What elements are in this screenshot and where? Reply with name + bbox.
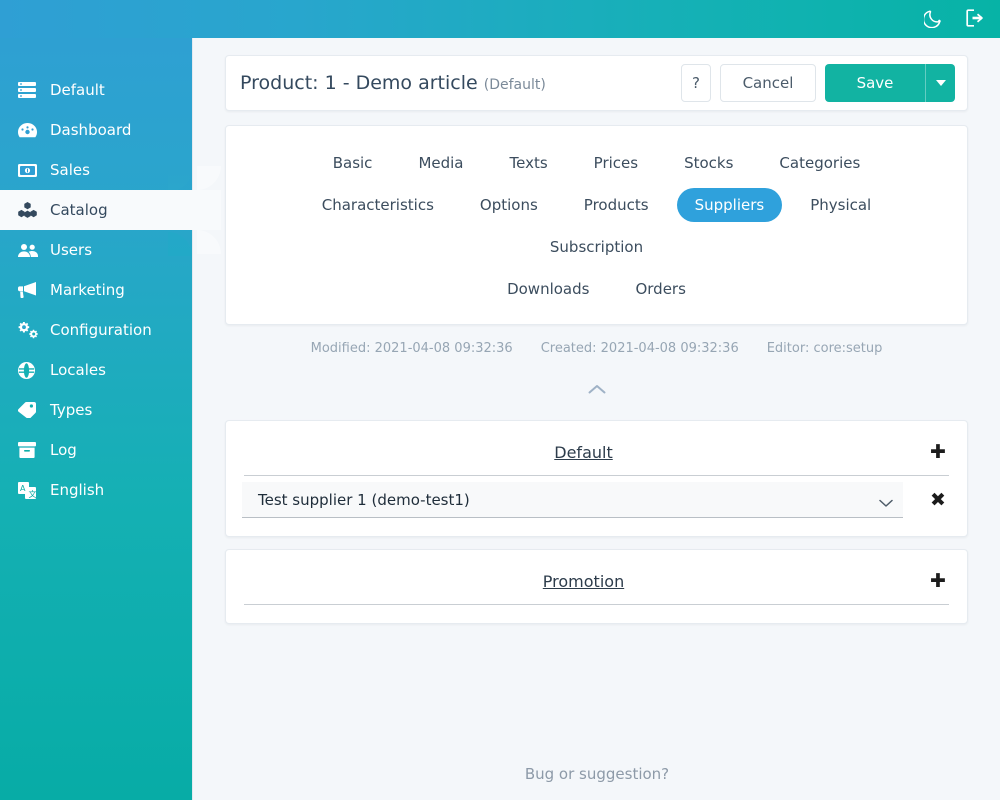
globe-icon <box>18 361 39 379</box>
sidebar-item-configuration[interactable]: Configuration <box>0 310 192 350</box>
tab-options[interactable]: Options <box>462 188 556 222</box>
sidebar-item-marketing[interactable]: Marketing <box>0 270 192 310</box>
collapse-toggle-row <box>193 374 1000 408</box>
tab-characteristics[interactable]: Characteristics <box>304 188 452 222</box>
sidebar-item-default[interactable]: Default <box>0 70 192 110</box>
sidebar-nav: Default Dashboard Sales Catalog Users Ma… <box>0 70 221 510</box>
main-content: Product: 1 - Demo article (Default) ? Ca… <box>192 38 1000 800</box>
save-button[interactable]: Save <box>825 64 925 102</box>
sidebar-item-sales[interactable]: Sales <box>0 150 192 190</box>
sidebar-item-label: Default <box>50 81 105 99</box>
page-title-subtitle: (Default) <box>483 77 546 93</box>
caret-down-icon <box>935 80 946 86</box>
tab-row-3: Downloads Orders <box>240 268 953 310</box>
supplier-group-promotion: Promotion ✚ <box>225 549 968 624</box>
bug-suggestion-link[interactable]: Bug or suggestion? <box>525 765 669 783</box>
tab-downloads[interactable]: Downloads <box>489 272 607 306</box>
tab-suppliers[interactable]: Suppliers <box>676 188 783 222</box>
logout-icon[interactable] <box>966 9 986 29</box>
footer: Bug or suggestion? <box>193 748 1000 800</box>
svg-text:A: A <box>20 484 26 493</box>
tab-media[interactable]: Media <box>400 146 481 180</box>
tabs-card: Basic Media Texts Prices Stocks Categori… <box>225 125 968 325</box>
plus-icon[interactable]: ✚ <box>925 439 951 465</box>
sidebar-item-types[interactable]: Types <box>0 390 192 430</box>
top-header-bar <box>0 0 1000 38</box>
sidebar-item-label: Types <box>50 401 93 419</box>
sidebar-item-label: Locales <box>50 361 106 379</box>
money-bill-icon <box>18 163 39 177</box>
sidebar-item-english[interactable]: A文 English <box>0 470 192 510</box>
svg-text:文: 文 <box>29 489 37 499</box>
supplier-row: Test supplier 1 (demo-test1) ✖ <box>242 476 951 518</box>
sidebar-item-label: Marketing <box>50 281 125 299</box>
bullhorn-icon <box>18 282 39 298</box>
users-icon <box>18 243 39 258</box>
tag-icon <box>18 402 39 418</box>
group-title[interactable]: Default <box>242 443 925 462</box>
cubes-icon <box>18 202 39 218</box>
chevron-up-icon[interactable] <box>588 382 606 400</box>
close-icon[interactable]: ✖ <box>925 487 951 513</box>
sidebar-item-dashboard[interactable]: Dashboard <box>0 110 192 150</box>
tab-row-2: Characteristics Options Products Supplie… <box>240 184 953 268</box>
sidebar-item-label: English <box>50 481 105 499</box>
chevron-down-icon <box>879 495 893 513</box>
meta-created: Created: 2021-04-08 09:32:36 <box>540 341 739 356</box>
gauge-icon <box>18 122 39 139</box>
save-button-group: Save <box>825 64 955 102</box>
group-header: Promotion ✚ <box>242 568 951 604</box>
meta-editor: Editor: core:setup <box>766 341 883 356</box>
tab-texts[interactable]: Texts <box>492 146 566 180</box>
sidebar-item-locales[interactable]: Locales <box>0 350 192 390</box>
app-root: aimeos Default Dashboard Sale <box>0 0 1000 800</box>
archive-icon <box>18 442 39 458</box>
sidebar-item-catalog[interactable]: Catalog <box>0 166 221 254</box>
tab-stocks[interactable]: Stocks <box>666 146 751 180</box>
group-header: Default ✚ <box>242 439 951 475</box>
plus-icon[interactable]: ✚ <box>925 568 951 594</box>
page-title: Product: 1 - Demo article (Default) <box>240 72 681 94</box>
sidebar-item-label: Sales <box>50 161 90 179</box>
server-icon <box>18 82 39 98</box>
page-title-text: Product: 1 - Demo article <box>240 72 478 94</box>
cancel-button[interactable]: Cancel <box>720 64 816 102</box>
tab-prices[interactable]: Prices <box>576 146 656 180</box>
supplier-group-default: Default ✚ Test supplier 1 (demo-test1) ✖ <box>225 420 968 537</box>
supplier-select[interactable]: Test supplier 1 (demo-test1) <box>242 482 903 518</box>
tab-physical[interactable]: Physical <box>792 188 889 222</box>
group-divider <box>244 604 949 605</box>
supplier-select-value: Test supplier 1 (demo-test1) <box>258 490 470 509</box>
sidebar-item-log[interactable]: Log <box>0 430 192 470</box>
moon-icon[interactable] <box>924 9 944 29</box>
sidebar-item-label: Log <box>50 441 77 459</box>
top-header-actions <box>924 0 986 38</box>
sidebar-item-users[interactable]: Users <box>0 230 192 270</box>
save-dropdown-toggle[interactable] <box>925 64 955 102</box>
sidebar-item-label: Catalog <box>50 201 108 219</box>
sidebar-item-label: Users <box>50 241 93 259</box>
help-button[interactable]: ? <box>681 64 711 102</box>
tab-orders[interactable]: Orders <box>617 272 703 306</box>
tab-subscription[interactable]: Subscription <box>532 230 661 264</box>
tab-row-1: Basic Media Texts Prices Stocks Categori… <box>240 142 953 184</box>
tab-categories[interactable]: Categories <box>761 146 878 180</box>
language-icon: A文 <box>18 481 39 499</box>
sidebar: aimeos Default Dashboard Sale <box>0 0 221 800</box>
group-title[interactable]: Promotion <box>242 572 925 591</box>
sidebar-item-label: Dashboard <box>50 121 132 139</box>
item-header-card: Product: 1 - Demo article (Default) ? Ca… <box>225 55 968 111</box>
cogs-icon <box>18 321 39 339</box>
tab-basic[interactable]: Basic <box>315 146 391 180</box>
sidebar-item-label: Configuration <box>50 321 152 339</box>
tab-products[interactable]: Products <box>566 188 667 222</box>
record-meta: Modified: 2021-04-08 09:32:36 Created: 2… <box>193 341 1000 356</box>
meta-modified: Modified: 2021-04-08 09:32:36 <box>310 341 513 356</box>
